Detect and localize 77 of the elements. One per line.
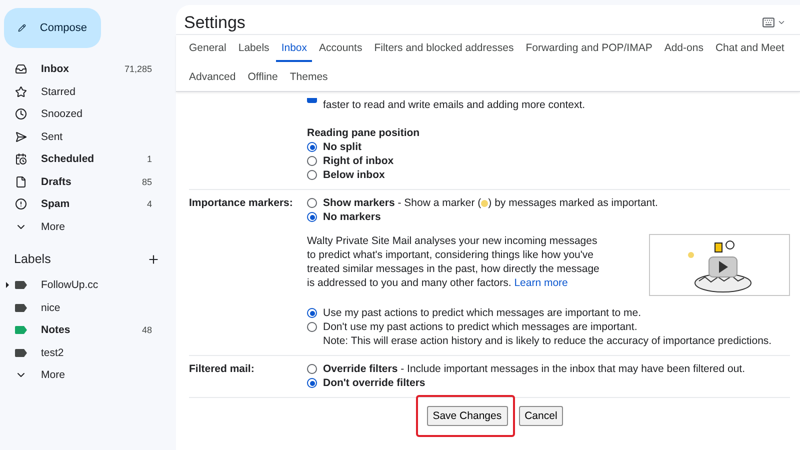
settings-tab[interactable]: Advanced	[184, 64, 241, 91]
note-text: Note: This will erase action history and is likely to reduce the accuracy of importance predictions.	[323, 334, 773, 348]
label-tag-icon	[15, 326, 27, 334]
compose-button[interactable]: Compose	[4, 8, 101, 48]
input-tools-button[interactable]	[762, 16, 786, 29]
settings-tab[interactable]: Inbox	[276, 35, 312, 62]
radio-button[interactable]	[307, 198, 317, 208]
settings-tab[interactable]: Accounts	[314, 35, 368, 62]
option-label: Don't override filters	[323, 376, 426, 390]
settings-tab[interactable]: Chat and Meet	[710, 35, 790, 62]
radio-button[interactable]	[307, 212, 317, 222]
label-item[interactable]: FollowUp.cc	[0, 274, 168, 296]
explanation-text: Walty Private Site Mail analyses your new incoming messages to predict what's important, considering things like how you've treated similar messages in the past, how directly the message is addressed to you and many other factors. Learn more	[307, 234, 600, 291]
keyboard-icon	[762, 16, 775, 29]
clock-icon	[15, 108, 27, 120]
settings-tab[interactable]: Labels	[233, 35, 274, 62]
alert-icon	[15, 198, 27, 210]
section-subtitle: Reading pane position	[307, 126, 421, 140]
option-label: Right of inbox	[323, 154, 394, 168]
count: 1	[146, 154, 152, 164]
caret-icon	[777, 18, 786, 27]
label-item[interactable]: Notes 48	[0, 319, 168, 342]
cancel-button[interactable]: Cancel	[518, 406, 564, 426]
nav-item[interactable]: Drafts 85	[0, 170, 168, 193]
star-icon	[15, 86, 27, 98]
nav-item[interactable]: Spam 4	[0, 193, 168, 216]
settings-tab[interactable]: Add-ons	[659, 35, 708, 62]
checkbox[interactable]	[307, 98, 317, 103]
labels-heading: Labels	[14, 252, 51, 266]
option-label: Don't use my past actions to predict which messages are important.	[323, 320, 638, 334]
nav-item[interactable]: More	[0, 216, 168, 238]
radio-button[interactable]	[307, 364, 317, 374]
nav-item[interactable]: More	[0, 364, 168, 386]
radio-button[interactable]	[307, 170, 317, 180]
save-button[interactable]: Save Changes	[426, 406, 508, 426]
option-label: Use my past actions to predict which messages are important to me.	[323, 306, 642, 320]
settings-tab[interactable]: Themes	[284, 64, 333, 91]
option-label: Show markers - Show a marker ( ) by messages marked as important.	[323, 196, 658, 210]
count: 71,285	[124, 64, 152, 74]
radio-button[interactable]	[307, 156, 317, 166]
settings-tab[interactable]: Filters and blocked addresses	[369, 35, 519, 62]
send-icon	[15, 130, 27, 143]
learn-more-link[interactable]: Learn more	[514, 277, 568, 289]
label-tag-icon	[15, 304, 27, 312]
settings-tab[interactable]: General	[184, 35, 232, 62]
inbox-icon	[15, 63, 27, 76]
nav-item[interactable]: Starred	[0, 80, 168, 103]
radio-button[interactable]	[307, 378, 317, 388]
count: 48	[142, 325, 152, 336]
scheduled-icon	[15, 153, 27, 166]
nav-item[interactable]: Snoozed	[0, 103, 168, 126]
label-item[interactable]: nice	[0, 296, 168, 319]
radio-button[interactable]	[307, 322, 317, 332]
add-icon[interactable]	[147, 252, 160, 266]
label-tag-icon	[15, 348, 27, 357]
settings-tab[interactable]: Offline	[242, 64, 283, 91]
count: 85	[142, 176, 152, 187]
option-description: faster to read and write emails and adding more context.	[323, 98, 586, 112]
option-label: No split	[323, 140, 362, 154]
option-label: No markers	[323, 210, 381, 224]
expand-arrow-icon[interactable]	[6, 282, 9, 288]
option-label: Override filters - Include important messages in the inbox that may have been filtered out.	[323, 362, 745, 376]
label-item[interactable]: test2	[0, 342, 168, 364]
nav-item[interactable]: Sent	[0, 126, 168, 148]
nav-item[interactable]: Scheduled 1	[0, 148, 168, 170]
count: 4	[146, 199, 152, 210]
option-label: Below inbox	[323, 168, 385, 182]
settings-tab[interactable]: Forwarding and POP/IMAP	[520, 35, 658, 62]
nav-item[interactable]: Inbox 71,285	[0, 58, 168, 80]
setting-label: Importance markers:	[189, 196, 294, 211]
video-thumbnail[interactable]	[649, 234, 790, 296]
file-icon	[15, 176, 27, 188]
radio-button[interactable]	[307, 142, 317, 152]
page-title: Settings	[184, 12, 246, 32]
setting-label: Filtered mail:	[189, 362, 256, 377]
label-tag-icon	[15, 281, 27, 290]
radio-button[interactable]	[307, 308, 317, 318]
